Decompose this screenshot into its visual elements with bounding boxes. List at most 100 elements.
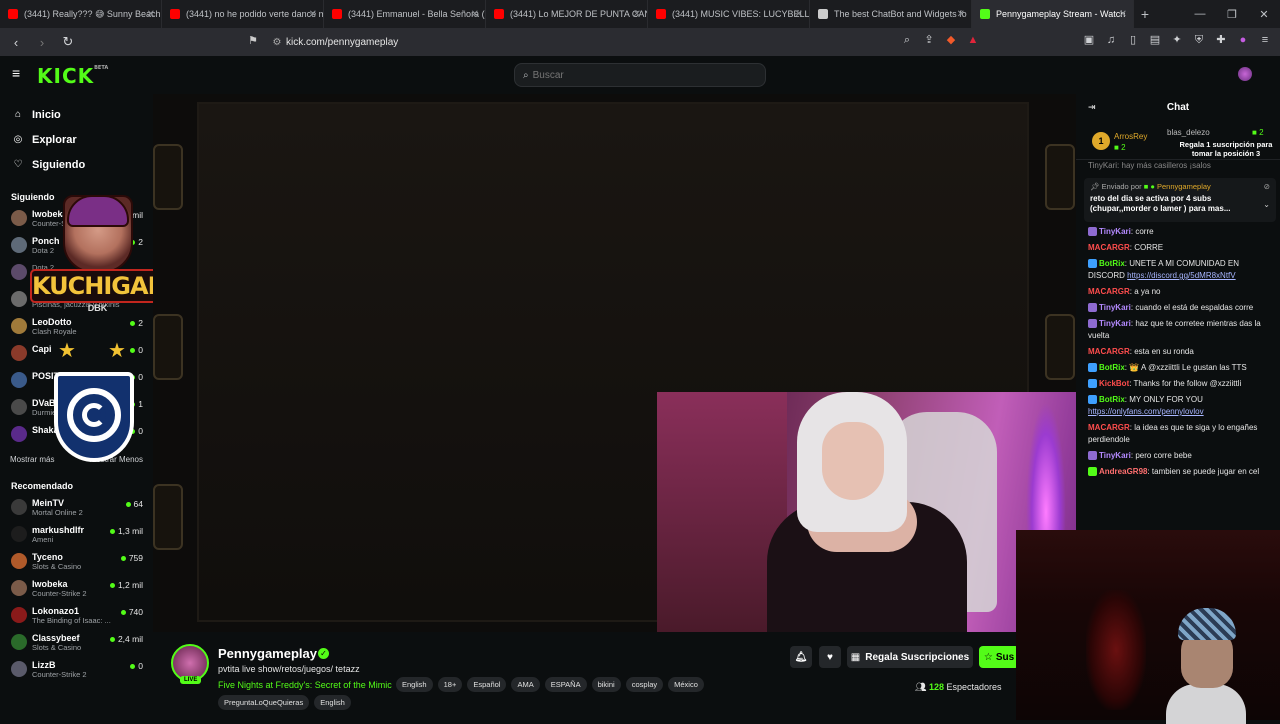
channel-item[interactable]: IwobekaCounter-Strike 21,2 mil	[0, 575, 153, 602]
kick-logo[interactable]: KICKBETA	[37, 64, 108, 88]
stream-tag[interactable]: bikini	[591, 677, 621, 692]
chat-username[interactable]: MACARGR	[1088, 423, 1130, 432]
chat-username[interactable]: KickBot	[1099, 379, 1129, 388]
stream-tag[interactable]: English	[396, 677, 433, 692]
tab-close-icon[interactable]: ✕	[957, 9, 965, 20]
user-avatar[interactable]	[1238, 67, 1252, 81]
wallet-icon[interactable]: ▤	[1148, 33, 1162, 47]
chat-username[interactable]: TinyKari	[1099, 227, 1131, 236]
chat-message: MACARGR: esta en su ronda	[1076, 344, 1280, 360]
extension-icon[interactable]: ✦	[1170, 33, 1184, 47]
stream-tag[interactable]: México	[668, 677, 704, 692]
rewards-icon[interactable]: ▲	[966, 33, 980, 47]
chat-username[interactable]: MACARGR	[1088, 347, 1130, 356]
chat-username[interactable]: BotRix	[1099, 363, 1125, 372]
tab-close-icon[interactable]: ✕	[1119, 9, 1127, 20]
chat-message: MACARGR: a ya no	[1076, 284, 1280, 300]
puzzle-icon[interactable]: ✚	[1214, 33, 1228, 47]
url-field[interactable]: ⚙ kick.com/pennygameplay	[268, 31, 988, 53]
browser-tab[interactable]: (3441) no he podido verte dance mi ✕	[162, 0, 324, 28]
sidebar-nav-item[interactable]: ⌂ Inicio	[0, 102, 153, 127]
stream-tag[interactable]: ESPAÑA	[544, 677, 587, 692]
pinned-message[interactable]: 📌︎ Enviado por ■ ● Pennygameplay ⊘ reto …	[1084, 178, 1276, 222]
second-user[interactable]: blas_delezo	[1167, 128, 1210, 137]
hamburger-menu-icon[interactable]: ≡	[12, 66, 24, 80]
vpn-icon[interactable]: ⛨	[1192, 33, 1206, 47]
chat-username[interactable]: TinyKari	[1099, 319, 1131, 328]
channel-item[interactable]: MeinTV Mortal Online 2 64	[0, 494, 153, 521]
browser-tab[interactable]: (3441) Really??? 😅 Sunny Beach W ✕	[0, 0, 162, 28]
leader-user[interactable]: ArrosRey	[1114, 132, 1147, 141]
subscribe-button[interactable]: ☆ Sus	[979, 646, 1019, 668]
back-icon[interactable]: ‹	[6, 35, 26, 50]
show-more-link[interactable]: Mostrar más	[10, 452, 54, 468]
new-tab-button[interactable]: +	[1134, 6, 1156, 22]
stream-tag[interactable]: AMA	[511, 677, 540, 692]
browser-tab[interactable]: (3441) Emmanuel - Bella Señora (Ext ✕	[324, 0, 486, 28]
tab-close-icon[interactable]: ✕	[147, 9, 155, 20]
streamer-name[interactable]: Pennygameplay	[218, 646, 317, 661]
channel-avatar	[11, 634, 27, 650]
channel-item[interactable]: Lokonazo1 The Binding of Isaac: ... 740	[0, 602, 153, 629]
minimize-icon[interactable]: —	[1184, 8, 1216, 20]
follow-heart-button[interactable]: ♥	[819, 646, 841, 668]
restore-icon[interactable]: ❐	[1216, 8, 1248, 21]
close-window-icon[interactable]: ✕	[1248, 8, 1280, 21]
overlay-person	[1166, 608, 1246, 724]
chat-username[interactable]: BotRix	[1099, 395, 1125, 404]
stream-tag[interactable]: English	[314, 695, 351, 710]
stream-tag[interactable]: 18+	[437, 677, 463, 692]
sidebar-nav-item[interactable]: ◎ Explorar	[0, 127, 153, 152]
bookmark-icon[interactable]: ⚑	[248, 34, 258, 47]
chat-username[interactable]: TinyKari	[1099, 303, 1131, 312]
stream-tag[interactable]: cosplay	[625, 677, 664, 692]
gift-subs-button[interactable]: ▦ Regala Suscripciones	[847, 646, 973, 668]
tab-close-icon[interactable]: ✕	[471, 9, 479, 20]
brave-shield-icon[interactable]: ◆	[944, 33, 958, 47]
channel-avatar	[11, 291, 27, 307]
search-box[interactable]: ⌕	[514, 63, 766, 87]
search-input[interactable]	[532, 69, 733, 81]
lamp-graphic	[153, 314, 183, 380]
channel-item[interactable]: markushdlfr Ameni 1,3 mil	[0, 521, 153, 548]
chat-username[interactable]: BotRix	[1099, 259, 1125, 268]
sidebar-toggle-icon[interactable]: ▯	[1126, 33, 1140, 47]
music-icon[interactable]: ♫	[1104, 33, 1118, 47]
menu-icon[interactable]: ≡	[1258, 33, 1272, 47]
chat-username[interactable]: MACARGR	[1088, 243, 1130, 252]
expand-pin-icon[interactable]: ⌄	[1263, 200, 1270, 209]
channel-item[interactable]: Capi 0	[0, 340, 153, 367]
gift-prompt[interactable]: Regala 1 suscripción para tomar la posic…	[1176, 140, 1276, 158]
channel-item[interactable]: Tyceno Slots & Casino 759	[0, 548, 153, 575]
user-badge-icon	[1088, 363, 1097, 373]
chat-link[interactable]: https://onlyfans.com/pennylovlov	[1088, 407, 1204, 416]
browser-tab[interactable]: The best ChatBot and Widgets fo ✕	[810, 0, 972, 28]
share-icon[interactable]: ⇪	[922, 33, 936, 47]
forward-icon[interactable]: ›	[32, 35, 52, 50]
sidebar-nav-item[interactable]: ♡ Siguiendo	[0, 152, 153, 177]
browser-tab[interactable]: Pennygameplay Stream - Watch ✕	[972, 0, 1134, 28]
chat-username[interactable]: MACARGR	[1088, 287, 1130, 296]
site-info-icon[interactable]: ⚙	[268, 37, 286, 48]
screenshot-icon[interactable]: ▣	[1082, 33, 1096, 47]
tab-close-icon[interactable]: ✕	[309, 9, 317, 20]
zoom-icon[interactable]: ⌕	[900, 33, 914, 47]
game-category-link[interactable]: Five Nights at Freddy's: Secret of the M…	[218, 680, 392, 690]
chat-username[interactable]: AndreaGR98	[1099, 467, 1147, 476]
notification-bell-button[interactable]: 🔔︎	[790, 646, 812, 668]
browser-tab[interactable]: (3441) MUSIC VIBES: LUCYBELL | by✕	[648, 0, 810, 28]
channel-item[interactable]: LizzB Counter-Strike 2 0	[0, 656, 153, 683]
profile-icon[interactable]: ●	[1236, 33, 1250, 47]
collapse-chat-icon[interactable]: ⇥	[1088, 102, 1096, 113]
channel-item[interactable]: Classybeef Slots & Casino 2,4 mil	[0, 629, 153, 656]
tab-close-icon[interactable]: ✕	[795, 9, 803, 20]
tab-close-icon[interactable]: ✕	[633, 9, 641, 20]
browser-tab[interactable]: (3441) Lo MEJOR DE PUNTA CANA | ✕	[486, 0, 648, 28]
reload-icon[interactable]: ↻	[58, 34, 78, 50]
stream-tag[interactable]: PreguntaLoQueQuieras	[218, 695, 310, 710]
stream-tag[interactable]: Español	[467, 677, 507, 692]
kuchigang-overlay-logo: KUCHIGANG DBK	[30, 195, 186, 320]
unpin-icon[interactable]: ⊘	[1264, 182, 1270, 191]
chat-link[interactable]: https://discord.gg/5dMR8xNtfV	[1127, 271, 1236, 280]
chat-username[interactable]: TinyKari	[1099, 451, 1131, 460]
